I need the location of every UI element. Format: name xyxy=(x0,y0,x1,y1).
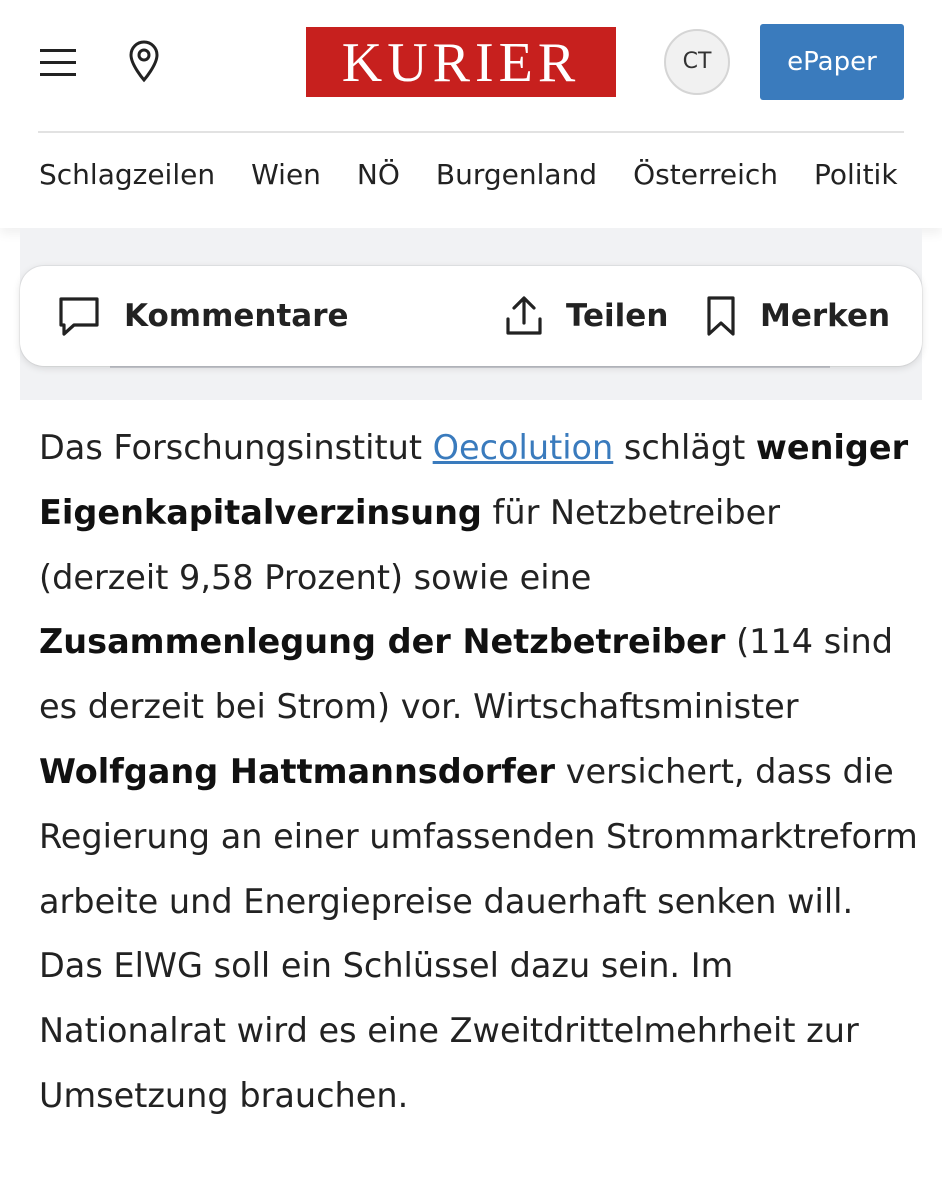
share-label: Teilen xyxy=(566,298,669,334)
nav-item-schlagzeilen[interactable]: Schlagzeilen xyxy=(39,158,215,191)
comments-button[interactable]: Kommentare xyxy=(56,266,349,366)
kurier-logo[interactable]: KURIER xyxy=(306,27,616,97)
location-pin-icon[interactable] xyxy=(122,36,166,86)
nav-item-oesterreich[interactable]: Österreich xyxy=(633,158,778,191)
nav-item-wien[interactable]: Wien xyxy=(251,158,321,191)
site-header: KURIER CT ePaper Schlagzeilen Wien NÖ Burge… xyxy=(0,0,942,228)
bookmark-label: Merken xyxy=(760,298,891,334)
nav-item-noe[interactable]: NÖ xyxy=(357,158,400,191)
section-nav: Schlagzeilen Wien NÖ Burgenland Österreich Po… xyxy=(39,158,934,202)
speech-bubble-icon xyxy=(59,297,99,336)
article-bold-text: Zusammenlegung der Netzbetreiber xyxy=(39,622,726,662)
band-divider-line xyxy=(110,366,830,368)
bookmark-icon xyxy=(707,296,735,336)
article-action-bar: Kommentare Teilen Merken xyxy=(20,266,922,366)
article-bold-text: Wolfgang Hattmannsdorfer xyxy=(39,751,556,791)
article-text: schlägt xyxy=(613,428,756,467)
bookmark-button[interactable]: Merken xyxy=(704,266,890,366)
epaper-button[interactable]: ePaper xyxy=(760,24,904,100)
article-text: Das Forschungsinstitut xyxy=(39,428,433,467)
nav-item-burgenland[interactable]: Burgenland xyxy=(436,158,597,191)
article-paragraph: Das Forschungsinstitut Oecolution schläg… xyxy=(39,416,919,1129)
comments-label: Kommentare xyxy=(124,298,349,334)
share-upload-icon xyxy=(506,296,542,335)
share-button[interactable]: Teilen xyxy=(504,266,668,366)
oecolution-link[interactable]: Oecolution xyxy=(433,428,614,467)
user-avatar[interactable]: CT xyxy=(664,29,730,95)
article-text: versichert, dass die Regierung an einer … xyxy=(39,751,918,1115)
header-divider xyxy=(38,131,904,133)
hamburger-menu-icon[interactable] xyxy=(36,40,80,84)
nav-item-politik[interactable]: Politik xyxy=(814,158,898,191)
